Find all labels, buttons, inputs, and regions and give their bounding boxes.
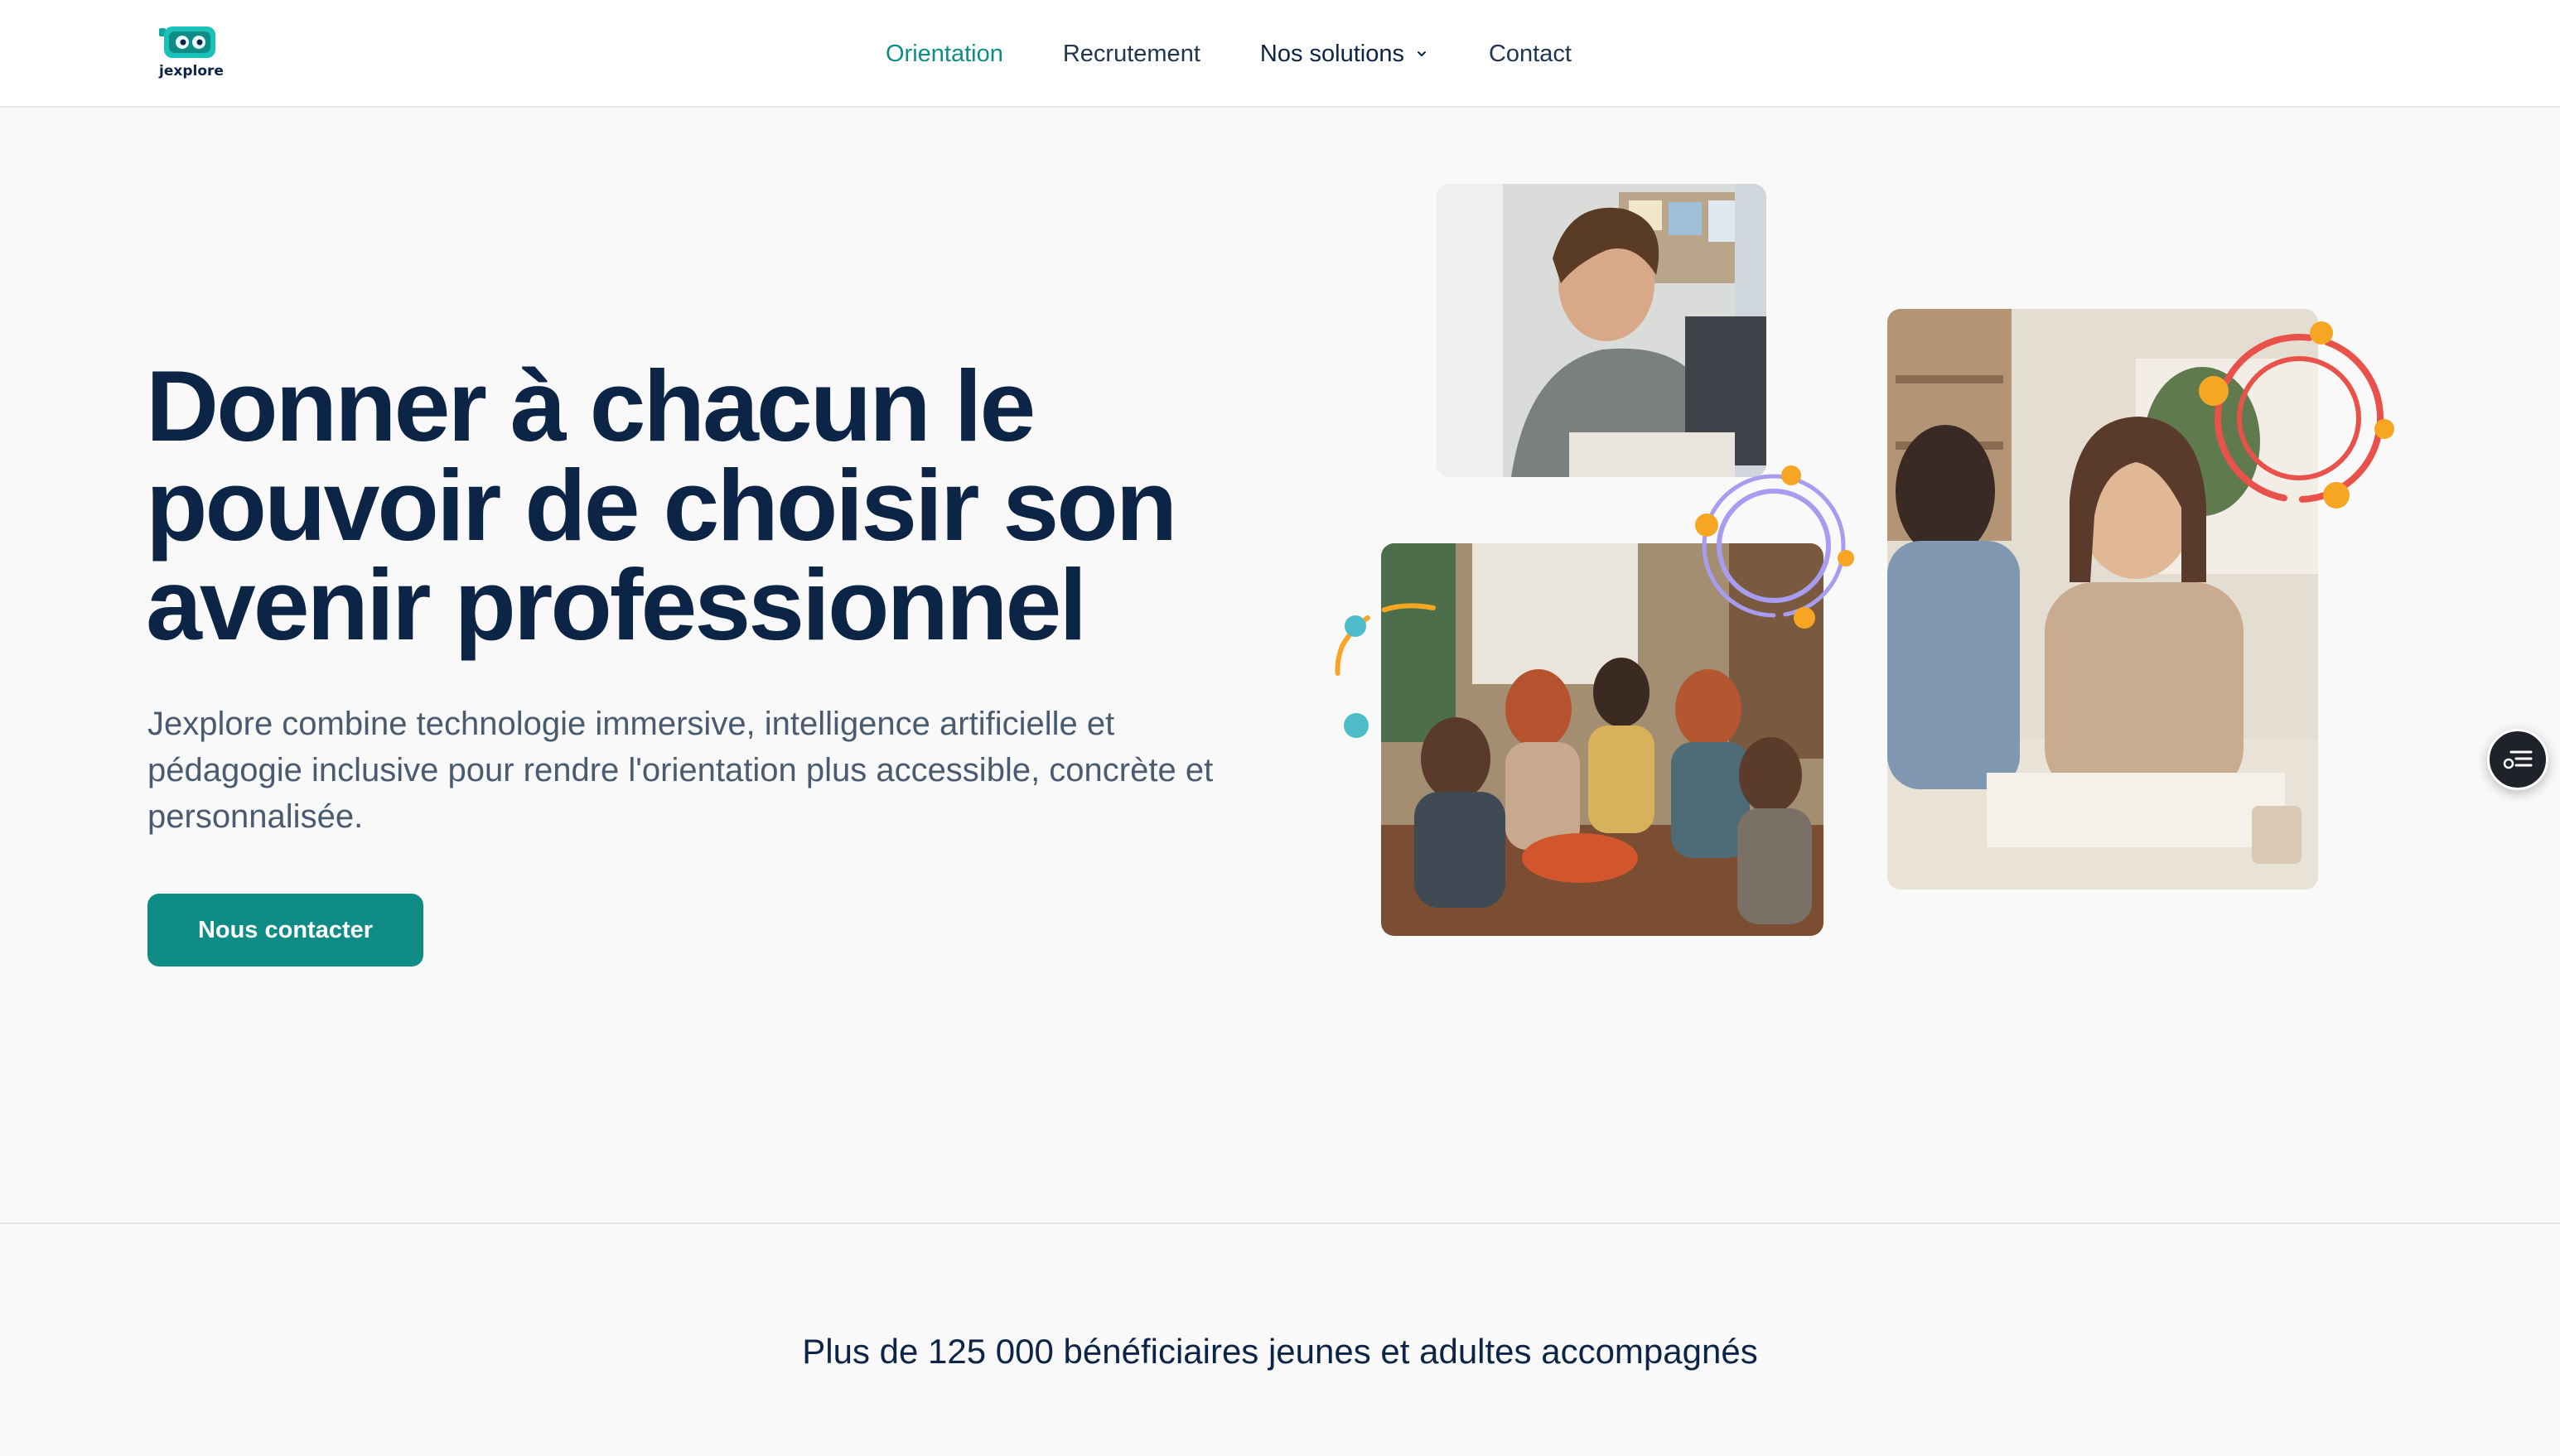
- nav-item-orientation[interactable]: Orientation: [886, 41, 1003, 68]
- logo-wordmark: jexplore: [159, 63, 224, 80]
- chevron-down-icon: [1417, 51, 1426, 56]
- student-photo: [1437, 184, 1766, 477]
- main-nav: Orientation Recrutement Nos solutions Co…: [886, 0, 1572, 108]
- contact-button[interactable]: Nous contacter: [147, 894, 423, 967]
- nav-item-recrutement[interactable]: Recrutement: [1063, 41, 1200, 68]
- hero-subtitle: Jexplore combine technologie immersive, …: [147, 706, 1214, 835]
- vr-headset-icon: [159, 27, 215, 58]
- hero-title: Donner à chacun le pouvoir de choisir so…: [146, 350, 1177, 661]
- site-header: jexplore Orientation Recrutement Nos sol…: [0, 0, 2560, 108]
- decorative-ring-purple: [1695, 465, 1854, 629]
- decorative-ring-red: [2199, 321, 2394, 509]
- nav-item-nos-solutions[interactable]: Nos solutions: [1260, 41, 1429, 68]
- accessibility-menu-icon: [2503, 750, 2533, 769]
- beneficiaries-stat: Plus de 125 000 bénéficiaires jeunes et …: [802, 1332, 1758, 1371]
- decorative-arc-teal: [1335, 603, 1436, 738]
- jexplore-logo[interactable]: jexplore: [154, 23, 224, 83]
- nav-item-nos-solutions-label: Nos solutions: [1259, 40, 1404, 67]
- stats-section: Plus de 125 000 bénéficiaires jeunes et …: [0, 1222, 2560, 1456]
- accessibility-menu-button[interactable]: [2487, 729, 2548, 790]
- nav-item-contact[interactable]: Contact: [1489, 41, 1572, 68]
